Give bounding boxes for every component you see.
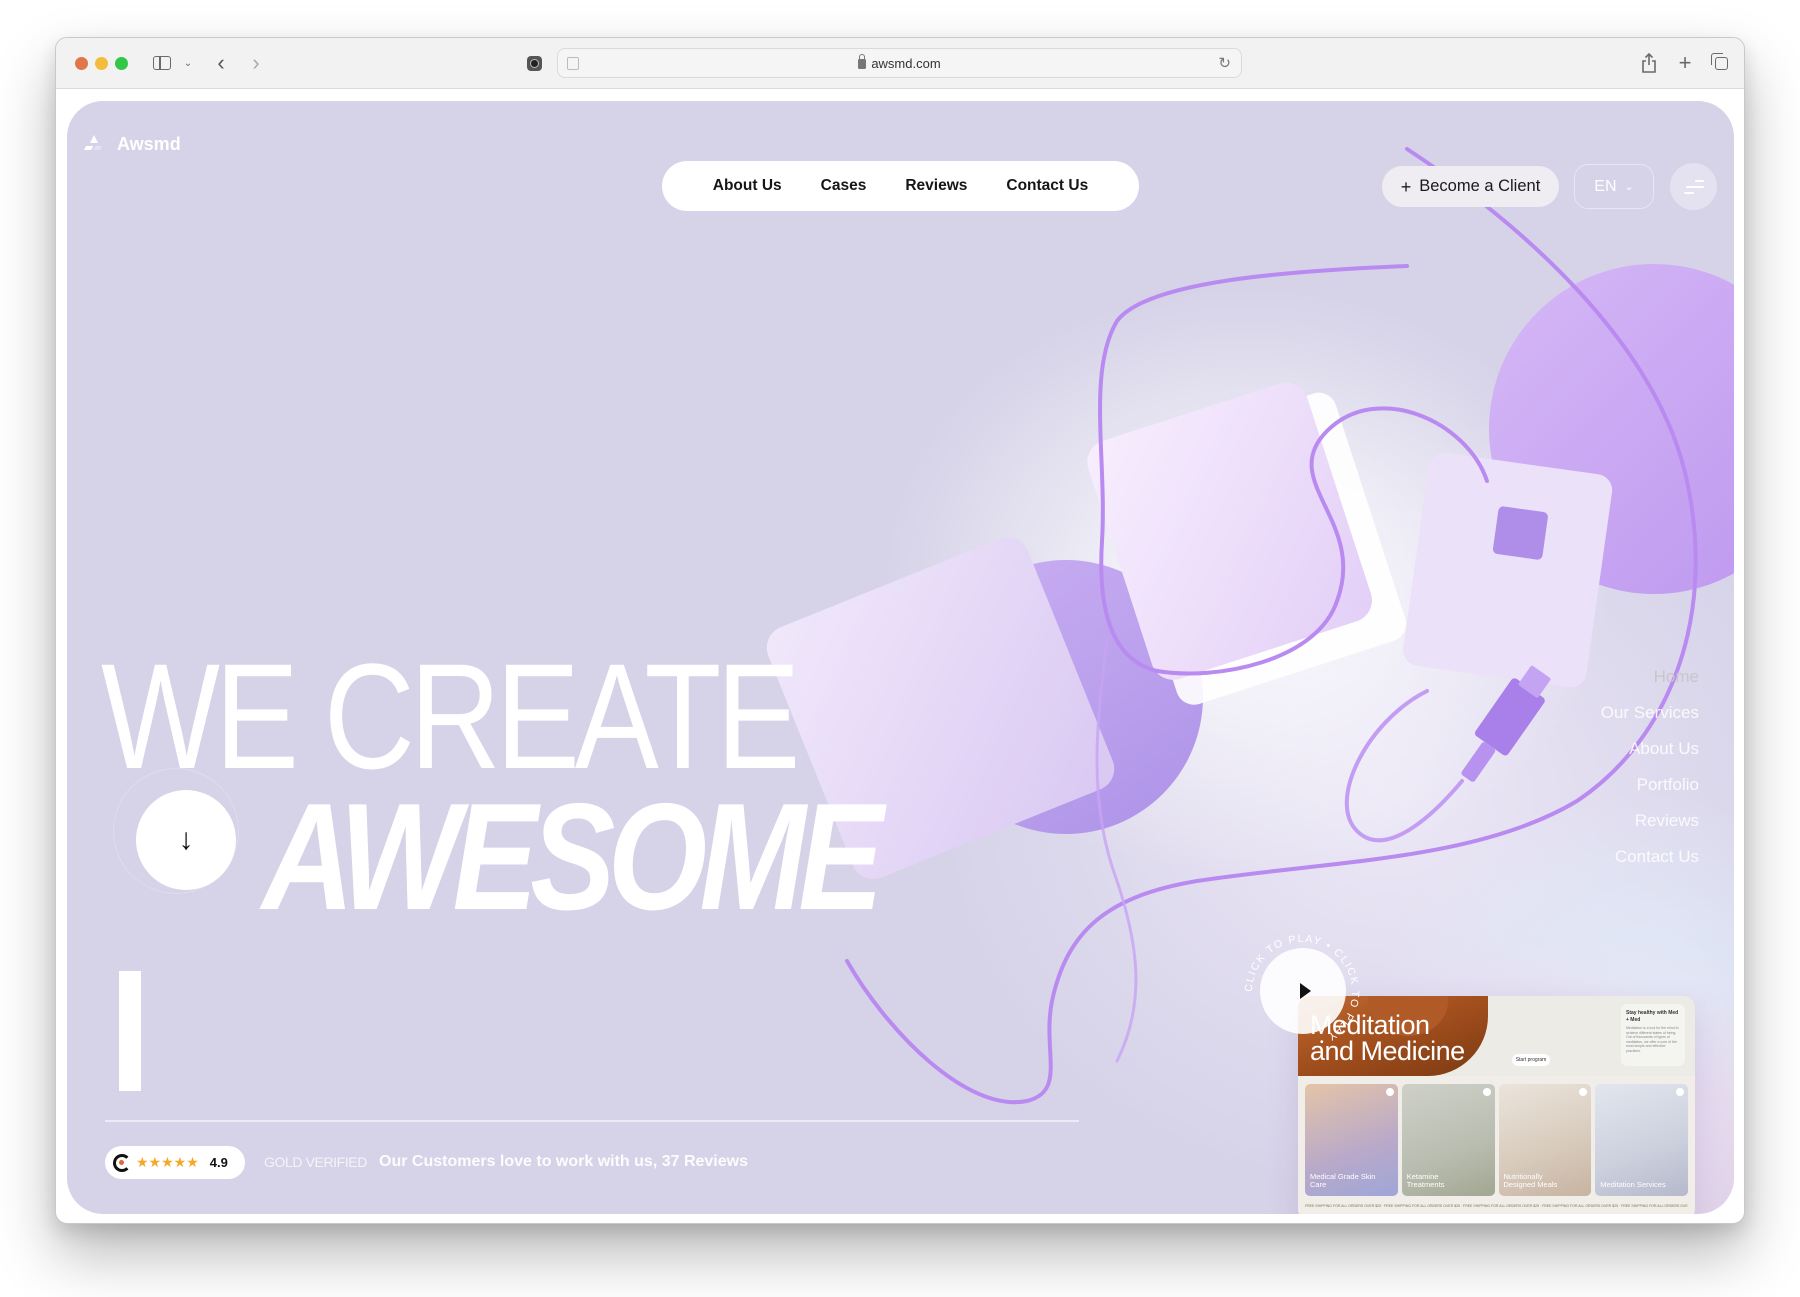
preview-tile: Medical Grade Skin Care — [1305, 1084, 1398, 1196]
chevron-down-icon: ⌄ — [1624, 181, 1634, 193]
nav-about-us[interactable]: About Us — [713, 177, 782, 195]
lock-icon — [858, 54, 867, 69]
side-menu-about-us[interactable]: About Us — [1629, 739, 1699, 759]
preview-tile: Meditation Services — [1595, 1084, 1688, 1196]
expand-icon — [1676, 1088, 1684, 1096]
menu-line-icon — [1684, 191, 1694, 194]
tabs-overview-icon[interactable] — [1710, 52, 1731, 74]
preview-tiles: Medical Grade Skin Care Ketamine Treatme… — [1305, 1084, 1688, 1196]
side-menu-contact-us[interactable]: Contact Us — [1615, 847, 1699, 867]
play-button[interactable] — [1260, 948, 1346, 1034]
reload-icon[interactable]: ↻ — [1218, 54, 1231, 72]
language-label: EN — [1594, 177, 1617, 195]
arrow-down-icon: ↓ — [178, 823, 194, 856]
clutch-logo-icon — [113, 1153, 131, 1172]
preview-ticker: FREE SHIPPING FOR ALL ORDERS OVER $25 · … — [1305, 1204, 1688, 1208]
rating-value: 4.9 — [209, 1155, 228, 1170]
typing-cursor — [119, 971, 141, 1091]
menu-line-icon — [1695, 179, 1704, 182]
url-display[interactable]: awsmd.com — [858, 54, 941, 71]
expand-icon — [1482, 1088, 1491, 1096]
preview-tile-label: Medical Grade Skin Care — [1310, 1171, 1376, 1190]
expand-icon — [1385, 1088, 1394, 1096]
preview-info-box: Stay healthy with Med + Med Meditation i… — [1621, 1004, 1685, 1066]
expand-icon — [1579, 1088, 1588, 1096]
preview-tile: Nutritionally Designed Meals — [1498, 1084, 1592, 1196]
preview-tile-label: Meditation Services — [1600, 1180, 1666, 1190]
nav-reviews[interactable]: Reviews — [905, 177, 967, 195]
preview-tile-label: Ketamine Treatments — [1406, 1171, 1445, 1190]
preview-info-body: Meditation is a tool for the mind to ach… — [1626, 1026, 1679, 1053]
side-menu-portfolio[interactable]: Portfolio — [1637, 775, 1699, 795]
chevron-left-icon[interactable]: ‹ — [211, 50, 231, 75]
language-selector[interactable]: EN ⌄ — [1574, 164, 1654, 209]
preview-start-button: Start program — [1512, 1054, 1550, 1066]
nav-contact-us[interactable]: Contact Us — [1006, 177, 1088, 195]
plus-icon[interactable]: + — [1675, 50, 1695, 75]
chevron-right-icon[interactable]: › — [246, 50, 266, 75]
page-menu-icon[interactable] — [567, 57, 579, 70]
browser-window: ⌄ ‹ › awsmd.com ↻ + Awsmd About Us Cases… — [55, 37, 1745, 1224]
side-menu-home[interactable]: Home — [1654, 667, 1699, 687]
side-menu-our-services[interactable]: Our Services — [1601, 703, 1699, 723]
hero-divider — [105, 1120, 1079, 1122]
logo-text: Awsmd — [117, 134, 181, 154]
play-icon — [1299, 983, 1311, 999]
address-bar[interactable]: awsmd.com ↻ — [557, 48, 1242, 78]
nav-cases[interactable]: Cases — [821, 177, 867, 195]
web-page: Awsmd About Us Cases Reviews Contact Us … — [67, 101, 1734, 1214]
stars-icon: ★★★★★ — [136, 1154, 199, 1170]
main-nav: About Us Cases Reviews Contact Us — [662, 161, 1139, 211]
menu-button[interactable] — [1670, 163, 1717, 210]
share-icon[interactable] — [1639, 52, 1659, 74]
preview-info-title: Stay healthy with Med + Med — [1626, 1010, 1679, 1023]
side-menu-reviews[interactable]: Reviews — [1635, 811, 1699, 831]
browser-toolbar: ⌄ ‹ › awsmd.com ↻ + — [56, 38, 1744, 89]
close-window-button[interactable] — [75, 57, 88, 70]
logo-mark-icon — [85, 134, 103, 155]
side-menu: Home Our Services About Us Portfolio Rev… — [1601, 667, 1699, 867]
extension-icon[interactable] — [525, 52, 543, 74]
hero-title-line2: AWESOME — [262, 772, 883, 942]
play-video-control[interactable]: CLICK TO PLAY • CLICK TO PLAY • — [1242, 932, 1362, 1052]
url-text: awsmd.com — [871, 55, 941, 71]
clutch-rating-badge[interactable]: ★★★★★ 4.9 — [105, 1146, 245, 1179]
become-a-client-label: Become a Client — [1419, 177, 1541, 195]
gold-verified-label: GOLD VERIFIED — [264, 1154, 367, 1170]
preview-tile: Ketamine Treatments — [1401, 1084, 1495, 1196]
become-a-client-button[interactable]: + Become a Client — [1382, 166, 1559, 207]
hero-title-line1: WE CREATE — [101, 632, 800, 800]
scroll-down-button[interactable]: ↓ — [136, 790, 236, 890]
plus-icon: + — [1400, 176, 1412, 197]
logo[interactable]: Awsmd — [85, 134, 181, 155]
menu-line-icon — [1686, 185, 1704, 188]
sidebar-icon[interactable] — [151, 52, 173, 74]
reviews-summary[interactable]: Our Customers love to work with us, 37 R… — [379, 1153, 748, 1171]
maximize-window-button[interactable] — [115, 57, 128, 70]
minimize-window-button[interactable] — [95, 57, 108, 70]
chevron-down-icon[interactable]: ⌄ — [181, 52, 195, 74]
preview-tile-label: Nutritionally Designed Meals — [1503, 1171, 1558, 1190]
